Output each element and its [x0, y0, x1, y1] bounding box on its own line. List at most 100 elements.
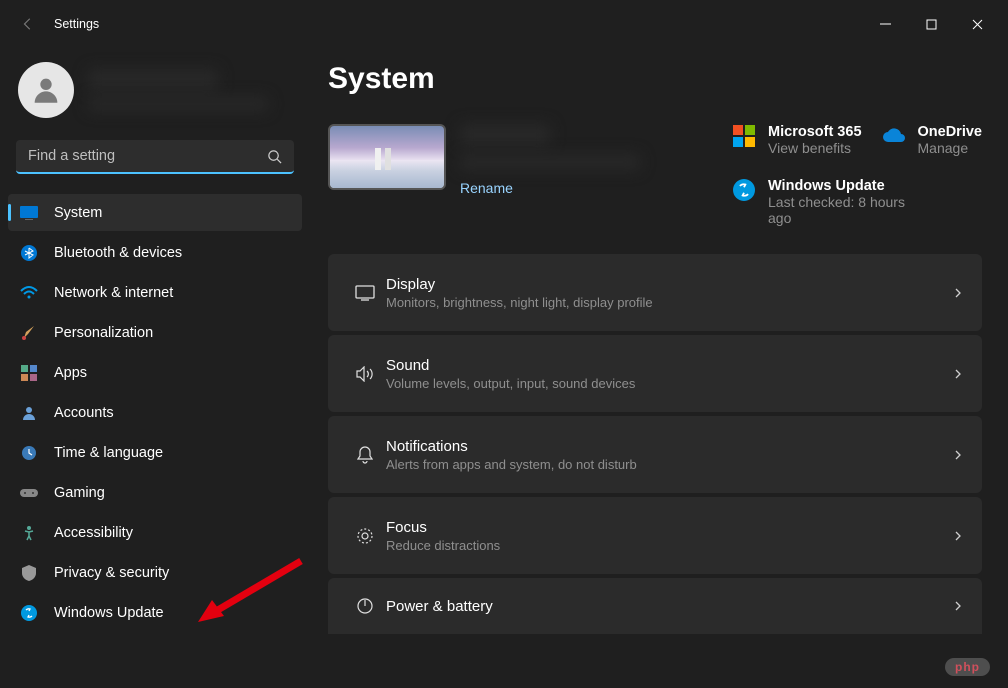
- wifi-icon: [20, 284, 38, 302]
- arrow-left-icon: [21, 17, 35, 31]
- sidebar: System Bluetooth & devices Network & int…: [0, 48, 310, 688]
- nav-list: System Bluetooth & devices Network & int…: [8, 194, 302, 631]
- badge-title: Microsoft 365: [768, 124, 861, 140]
- sidebar-item-label: Windows Update: [54, 605, 164, 621]
- update-icon: [20, 604, 38, 622]
- settings-card-list: Display Monitors, brightness, night light…: [328, 254, 982, 634]
- maximize-icon: [926, 19, 937, 30]
- system-info-row: Rename Microsoft 365 View benefits: [328, 124, 982, 226]
- profile-text: [88, 69, 292, 111]
- card-focus[interactable]: Focus Reduce distractions: [328, 497, 982, 574]
- focus-icon: [344, 527, 386, 545]
- sidebar-item-gaming[interactable]: Gaming: [8, 474, 302, 511]
- sidebar-item-bluetooth[interactable]: Bluetooth & devices: [8, 234, 302, 271]
- badge-sub: Last checked: 8 hours ago: [768, 194, 932, 226]
- window-title: Settings: [54, 17, 99, 31]
- onedrive-icon: [882, 124, 906, 148]
- onedrive-badge[interactable]: OneDrive Manage: [882, 124, 982, 156]
- sidebar-item-system[interactable]: System: [8, 194, 302, 231]
- main-content: System Rename Microsoft 365 View benefit: [310, 48, 1008, 688]
- sound-icon: [344, 366, 386, 382]
- person-icon: [29, 73, 63, 107]
- bluetooth-icon: [20, 244, 38, 262]
- card-title: Display: [386, 276, 952, 293]
- sidebar-item-label: Network & internet: [54, 285, 173, 301]
- watermark: php: [945, 658, 990, 676]
- close-icon: [972, 19, 983, 30]
- sidebar-item-label: Bluetooth & devices: [54, 245, 182, 261]
- sidebar-item-label: Time & language: [54, 445, 163, 461]
- search-input[interactable]: [28, 148, 267, 164]
- display-icon: [344, 285, 386, 301]
- back-button[interactable]: [8, 4, 48, 44]
- minimize-icon: [880, 19, 891, 30]
- card-sub: Volume levels, output, input, sound devi…: [386, 376, 952, 391]
- card-display[interactable]: Display Monitors, brightness, night light…: [328, 254, 982, 331]
- card-title: Focus: [386, 519, 952, 536]
- card-sound[interactable]: Sound Volume levels, output, input, sound…: [328, 335, 982, 412]
- chevron-right-icon: [952, 530, 964, 542]
- sidebar-item-personalization[interactable]: Personalization: [8, 314, 302, 351]
- profile-name-redacted: [88, 69, 218, 91]
- rename-link[interactable]: Rename: [460, 180, 640, 196]
- clock-icon: [20, 444, 38, 462]
- sidebar-item-label: Apps: [54, 365, 87, 381]
- chevron-right-icon: [952, 368, 964, 380]
- brush-icon: [20, 324, 38, 342]
- device-model-redacted: [460, 154, 640, 170]
- search-box[interactable]: [16, 140, 294, 174]
- power-icon: [344, 597, 386, 615]
- sidebar-item-label: Accounts: [54, 405, 114, 421]
- sidebar-item-label: System: [54, 205, 102, 221]
- badge-title: Windows Update: [768, 178, 932, 194]
- microsoft-365-badge[interactable]: Microsoft 365 View benefits: [732, 124, 861, 156]
- badge-sub[interactable]: View benefits: [768, 140, 861, 156]
- shield-icon: [20, 564, 38, 582]
- gaming-icon: [20, 484, 38, 502]
- card-title: Sound: [386, 357, 952, 374]
- card-notifications[interactable]: Notifications Alerts from apps and system…: [328, 416, 982, 493]
- sidebar-item-apps[interactable]: Apps: [8, 354, 302, 391]
- minimize-button[interactable]: [862, 8, 908, 40]
- windows-update-badge[interactable]: Windows Update Last checked: 8 hours ago: [732, 178, 932, 226]
- sidebar-item-windows-update[interactable]: Windows Update: [8, 594, 302, 631]
- sidebar-item-time-language[interactable]: Time & language: [8, 434, 302, 471]
- card-sub: Reduce distractions: [386, 538, 952, 553]
- sidebar-item-accounts[interactable]: Accounts: [8, 394, 302, 431]
- maximize-button[interactable]: [908, 8, 954, 40]
- card-sub: Alerts from apps and system, do not dist…: [386, 457, 952, 472]
- accounts-icon: [20, 404, 38, 422]
- device-name-redacted: [460, 124, 550, 146]
- sidebar-item-label: Privacy & security: [54, 565, 169, 581]
- card-title: Notifications: [386, 438, 952, 455]
- device-text: Rename: [460, 124, 640, 196]
- sidebar-item-privacy[interactable]: Privacy & security: [8, 554, 302, 591]
- page-title: System: [328, 62, 982, 96]
- avatar: [18, 62, 74, 118]
- profile-block[interactable]: [8, 56, 302, 136]
- apps-icon: [20, 364, 38, 382]
- titlebar: Settings: [0, 0, 1008, 48]
- close-button[interactable]: [954, 8, 1000, 40]
- badges-column: Microsoft 365 View benefits OneDrive Man…: [732, 124, 982, 226]
- badge-sub[interactable]: Manage: [918, 140, 982, 156]
- chevron-right-icon: [952, 287, 964, 299]
- sidebar-item-label: Gaming: [54, 485, 105, 501]
- card-title: Power & battery: [386, 598, 952, 615]
- system-icon: [20, 204, 38, 222]
- search-icon: [267, 149, 282, 164]
- sidebar-item-label: Personalization: [54, 325, 153, 341]
- card-power-battery[interactable]: Power & battery: [328, 578, 982, 634]
- profile-email-redacted: [88, 97, 268, 111]
- device-block: Rename: [328, 124, 704, 226]
- chevron-right-icon: [952, 449, 964, 461]
- microsoft-logo-icon: [732, 124, 756, 148]
- sidebar-item-accessibility[interactable]: Accessibility: [8, 514, 302, 551]
- bell-icon: [344, 446, 386, 464]
- device-thumbnail[interactable]: [328, 124, 446, 190]
- window-controls: [862, 8, 1000, 40]
- update-icon: [732, 178, 756, 202]
- card-sub: Monitors, brightness, night light, displ…: [386, 295, 952, 310]
- badge-title: OneDrive: [918, 124, 982, 140]
- sidebar-item-network[interactable]: Network & internet: [8, 274, 302, 311]
